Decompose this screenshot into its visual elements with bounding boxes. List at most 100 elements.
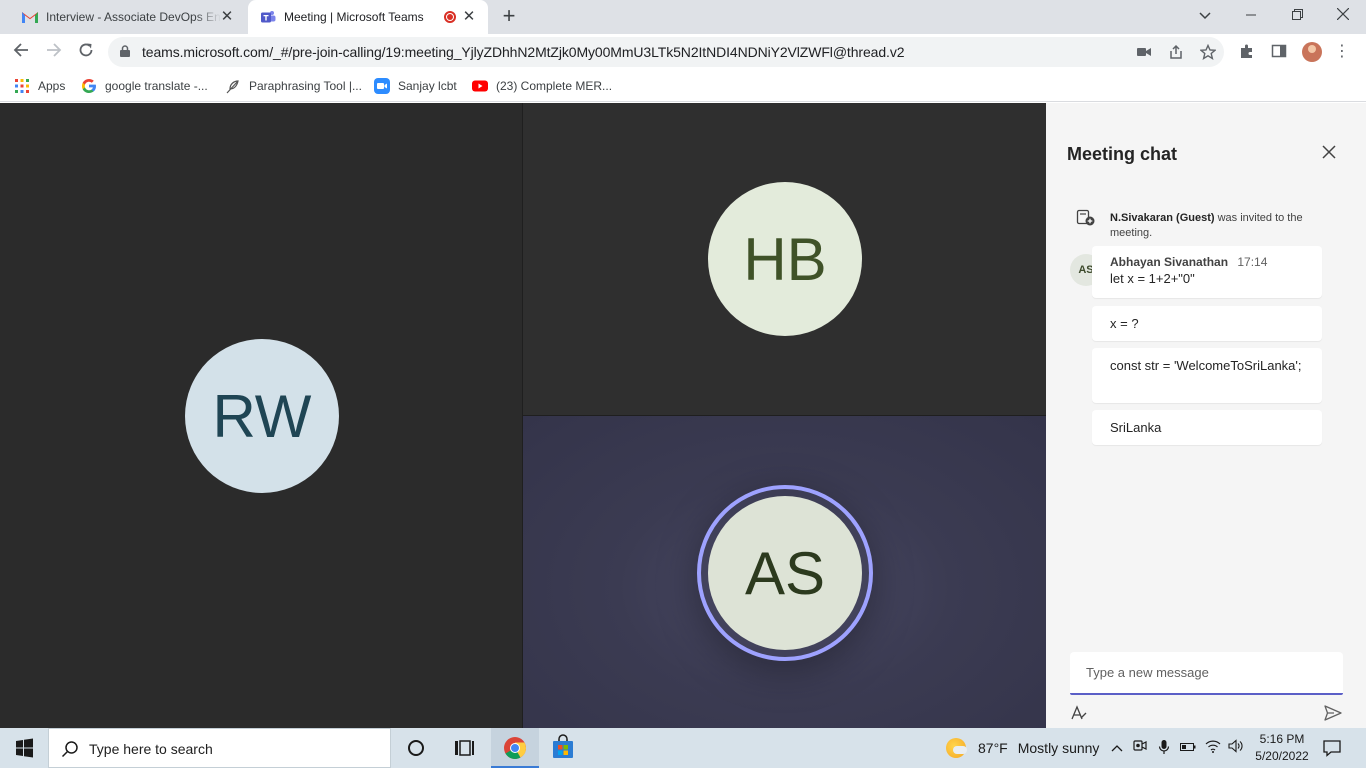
url-text: teams.microsoft.com/_#/pre-join-calling/… bbox=[142, 44, 905, 60]
zoom-icon bbox=[374, 78, 390, 94]
windows-logo-icon bbox=[16, 738, 33, 758]
reload-button[interactable] bbox=[75, 41, 97, 63]
browser-tab-strip: Interview - Associate DevOps Eng ✕ Meeti… bbox=[0, 0, 1366, 34]
tab-gmail-interview[interactable]: Interview - Associate DevOps Eng ✕ bbox=[8, 0, 246, 34]
task-view-button[interactable] bbox=[440, 728, 488, 768]
send-icon[interactable] bbox=[1323, 703, 1343, 723]
teams-icon bbox=[261, 11, 276, 23]
system-clock[interactable]: 5:16 PM 5/20/2022 bbox=[1250, 731, 1314, 765]
wifi-icon[interactable] bbox=[1204, 739, 1222, 757]
close-window-button[interactable] bbox=[1321, 4, 1365, 26]
participant-tile-speaking[interactable]: AS bbox=[523, 416, 1046, 728]
clock-time: 5:16 PM bbox=[1259, 732, 1305, 746]
close-chat-icon[interactable] bbox=[1320, 143, 1338, 161]
new-message-input[interactable] bbox=[1086, 665, 1326, 680]
chat-message[interactable]: SriLanka bbox=[1092, 410, 1322, 445]
microsoft-store-icon bbox=[553, 734, 573, 758]
message-text: x = ? bbox=[1110, 316, 1139, 331]
meeting-chat-panel: Meeting chat N.Sivakaran (Guest) was inv… bbox=[1046, 103, 1366, 728]
bookmark-label: Paraphrasing Tool |... bbox=[249, 79, 362, 93]
participant-tile[interactable]: RW bbox=[0, 103, 522, 728]
message-header: Abhayan Sivanathan 17:14 bbox=[1110, 255, 1304, 269]
message-text: const str = 'WelcomeToSriLanka'; bbox=[1110, 358, 1302, 373]
tab-title: Meeting | Microsoft Teams bbox=[284, 10, 424, 24]
profile-avatar[interactable] bbox=[1302, 42, 1322, 62]
google-icon bbox=[82, 79, 96, 93]
extensions-puzzle-icon[interactable] bbox=[1238, 43, 1256, 61]
cortana-circle-icon bbox=[408, 740, 424, 756]
close-tab-icon[interactable]: ✕ bbox=[220, 9, 234, 24]
bookmark-sanjay-lcbt[interactable]: Sanjay lcbt bbox=[374, 76, 457, 96]
invited-user-name: N.Sivakaran (Guest) bbox=[1110, 212, 1215, 224]
camera-tray-icon[interactable] bbox=[1131, 739, 1149, 757]
tab-title: Interview - Associate DevOps Eng bbox=[46, 10, 221, 24]
start-button[interactable] bbox=[0, 728, 48, 768]
address-bar[interactable]: teams.microsoft.com/_#/pre-join-calling/… bbox=[108, 37, 1224, 67]
cortana-button[interactable] bbox=[392, 728, 440, 768]
browser-toolbar: teams.microsoft.com/_#/pre-join-calling/… bbox=[0, 34, 1366, 70]
compose-box[interactable] bbox=[1070, 652, 1343, 695]
system-message-text: N.Sivakaran (Guest) was invited to the m… bbox=[1110, 211, 1346, 241]
clock-date: 5/20/2022 bbox=[1255, 749, 1309, 763]
meeting-stage: RW HB AS bbox=[0, 103, 1046, 728]
restore-window-button[interactable] bbox=[1275, 4, 1319, 26]
chrome-taskbar-button[interactable] bbox=[491, 728, 539, 768]
sender-name: Abhayan Sivanathan bbox=[1110, 255, 1229, 269]
participant-tile[interactable]: HB bbox=[523, 103, 1046, 415]
back-button[interactable] bbox=[10, 41, 32, 63]
format-text-icon[interactable] bbox=[1070, 704, 1088, 722]
weather-condition: Mostly sunny bbox=[1017, 740, 1100, 756]
youtube-icon bbox=[472, 80, 488, 92]
chat-message[interactable]: x = ? bbox=[1092, 306, 1322, 341]
minimize-window-button[interactable] bbox=[1229, 4, 1273, 26]
gmail-icon bbox=[22, 12, 38, 23]
message-text: SriLanka bbox=[1110, 420, 1162, 435]
new-tab-button[interactable]: + bbox=[498, 5, 520, 28]
notification-icon[interactable] bbox=[1322, 738, 1342, 758]
bookmark-label: (23) Complete MER... bbox=[496, 79, 613, 93]
tab-teams-meeting[interactable]: Meeting | Microsoft Teams ✕ bbox=[248, 0, 488, 34]
microphone-icon[interactable] bbox=[1155, 739, 1173, 757]
windows-taskbar: Type here to search 87°F Mostly sunny 5:… bbox=[0, 728, 1366, 768]
bookmark-star-icon[interactable] bbox=[1199, 43, 1217, 60]
forward-button[interactable] bbox=[43, 41, 65, 63]
bookmark-label: Sanjay lcbt bbox=[398, 79, 457, 93]
weather-temp: 87°F bbox=[978, 740, 1008, 756]
message-time: 17:14 bbox=[1237, 255, 1268, 269]
tab-search-chevron-icon[interactable] bbox=[1183, 4, 1227, 26]
participant-avatar: RW bbox=[185, 339, 339, 493]
lock-icon bbox=[120, 45, 130, 57]
person-added-icon bbox=[1076, 209, 1095, 226]
bookmark-google-translate[interactable]: google translate -... bbox=[81, 76, 208, 96]
close-tab-icon[interactable]: ✕ bbox=[462, 9, 476, 24]
participant-avatar: HB bbox=[708, 182, 862, 336]
volume-icon[interactable] bbox=[1227, 739, 1245, 757]
bookmark-label: google translate -... bbox=[105, 79, 208, 93]
apps-grid-icon bbox=[15, 79, 29, 93]
share-icon[interactable] bbox=[1168, 44, 1184, 60]
search-placeholder: Type here to search bbox=[89, 741, 213, 757]
chevron-up-icon[interactable] bbox=[1108, 739, 1126, 757]
chat-message[interactable]: Abhayan Sivanathan 17:14 let x = 1+2+"0" bbox=[1092, 246, 1322, 298]
weather-widget[interactable]: 87°F Mostly sunny bbox=[946, 738, 1099, 758]
chat-title: Meeting chat bbox=[1067, 144, 1178, 164]
bookmarks-bar: Apps google translate -... Paraphrasing … bbox=[0, 70, 1366, 102]
feather-icon bbox=[226, 80, 239, 94]
taskbar-search-box[interactable]: Type here to search bbox=[48, 728, 391, 768]
battery-icon[interactable] bbox=[1179, 739, 1197, 757]
recording-indicator-icon bbox=[444, 11, 456, 23]
bookmark-paraphrasing-tool[interactable]: Paraphrasing Tool |... bbox=[225, 76, 362, 96]
bookmark-apps[interactable]: Apps bbox=[14, 76, 65, 96]
side-panel-icon[interactable] bbox=[1270, 43, 1288, 61]
store-taskbar-button[interactable] bbox=[539, 728, 587, 768]
participant-avatar: AS bbox=[708, 496, 862, 650]
sunny-weather-icon bbox=[946, 738, 967, 758]
message-text: let x = 1+2+"0" bbox=[1110, 271, 1195, 286]
bookmark-label: Apps bbox=[38, 79, 66, 93]
more-menu-icon[interactable]: ⋮ bbox=[1334, 43, 1350, 61]
bookmark-youtube-mern[interactable]: (23) Complete MER... bbox=[472, 76, 612, 96]
search-icon bbox=[61, 741, 78, 758]
camera-in-use-icon[interactable] bbox=[1136, 44, 1152, 60]
chat-message[interactable]: const str = 'WelcomeToSriLanka'; bbox=[1092, 348, 1322, 403]
task-view-icon bbox=[455, 740, 474, 756]
